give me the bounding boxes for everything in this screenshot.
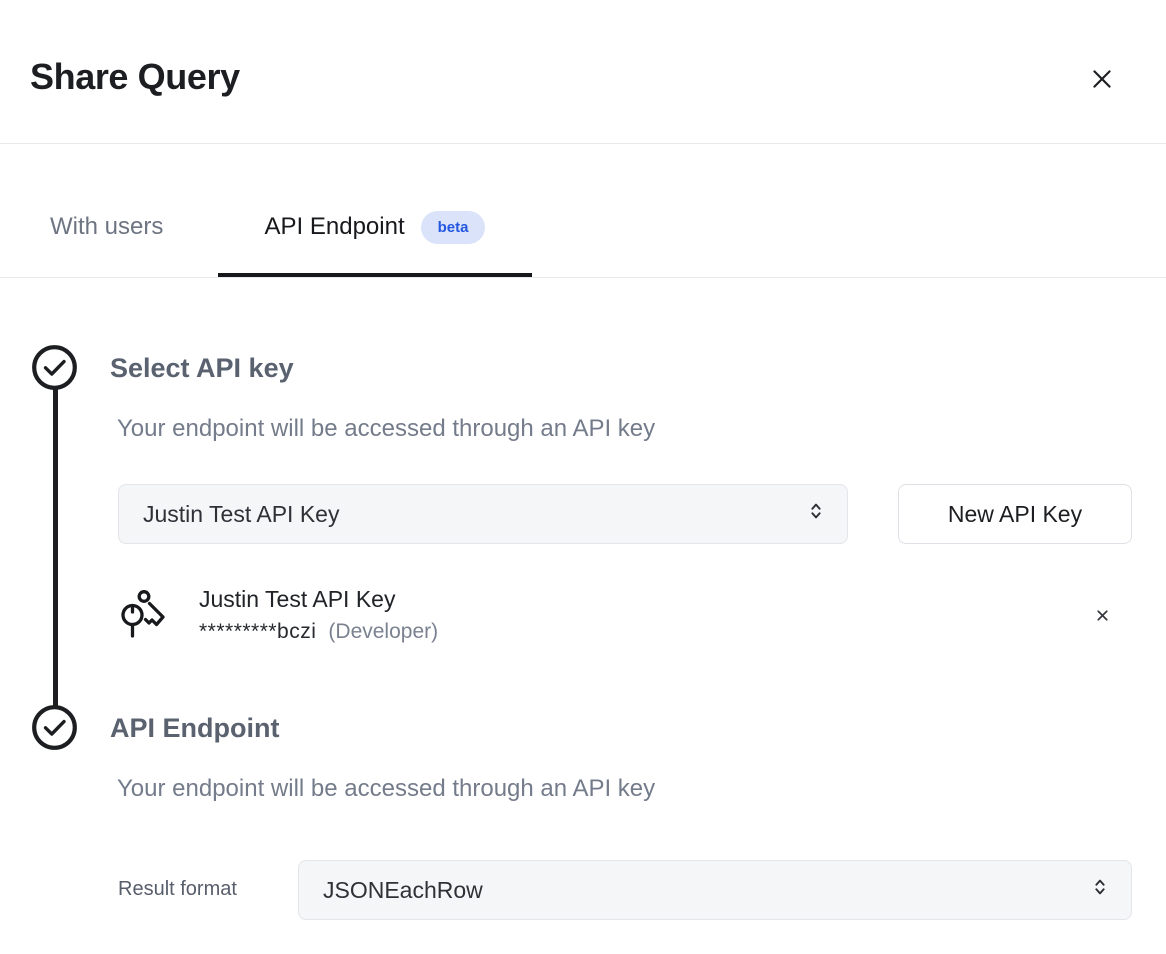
step-2-title: API Endpoint <box>110 711 279 745</box>
beta-badge: beta <box>421 211 486 244</box>
keys-icon <box>119 588 165 649</box>
remove-key-button[interactable] <box>1086 601 1118 633</box>
tab-with-users-label: With users <box>50 213 163 241</box>
close-button[interactable] <box>1084 62 1120 98</box>
close-icon <box>1089 66 1115 95</box>
new-api-key-button[interactable]: New API Key <box>898 484 1132 544</box>
result-format-select[interactable]: JSONEachRow <box>298 860 1132 920</box>
step-2-description: Your endpoint will be accessed through a… <box>117 774 655 804</box>
tab-with-users[interactable]: With users <box>30 202 183 252</box>
new-api-key-button-label: New API Key <box>948 501 1082 528</box>
tab-api-endpoint-label: API Endpoint <box>265 213 405 241</box>
step-2-check-icon <box>31 704 78 756</box>
step-1-title: Select API key <box>110 351 294 385</box>
result-format-select-value: JSONEachRow <box>323 877 483 904</box>
remove-key-x-icon <box>1094 607 1111 627</box>
step-connector-line <box>53 386 58 708</box>
selected-key-masked-secret: *********bczi <box>199 620 316 644</box>
selected-key-name: Justin Test API Key <box>199 584 395 614</box>
tab-api-endpoint[interactable]: API Endpoint beta <box>218 202 532 252</box>
step-1-check-icon <box>31 344 78 396</box>
selected-key-secret-row: *********bczi (Developer) <box>199 620 438 644</box>
result-format-label: Result format <box>118 878 237 901</box>
chevron-up-down-icon <box>1089 876 1111 904</box>
selected-key-role: (Developer) <box>328 620 438 644</box>
api-key-select-value: Justin Test API Key <box>143 501 339 528</box>
chevron-up-down-icon <box>805 500 827 528</box>
header-divider <box>0 143 1166 144</box>
api-key-select[interactable]: Justin Test API Key <box>118 484 848 544</box>
tabs-divider <box>0 277 1166 278</box>
step-1-description: Your endpoint will be accessed through a… <box>117 414 655 444</box>
page-title: Share Query <box>30 56 240 98</box>
